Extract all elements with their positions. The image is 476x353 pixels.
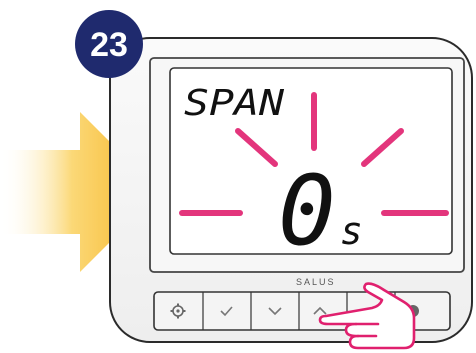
timer-value: 0 — [278, 155, 336, 267]
settings-button[interactable] — [154, 292, 203, 330]
instruction-illustration: SPAN 0 s SALUS 23 — [0, 10, 473, 350]
down-button[interactable] — [251, 292, 299, 330]
timer-unit: s — [340, 209, 363, 253]
confirm-button[interactable] — [203, 292, 251, 330]
mode-label: SPAN — [184, 83, 284, 124]
step-number: 23 — [90, 26, 128, 64]
step-badge: 23 — [75, 10, 143, 78]
brand-logo: SALUS — [296, 277, 336, 287]
